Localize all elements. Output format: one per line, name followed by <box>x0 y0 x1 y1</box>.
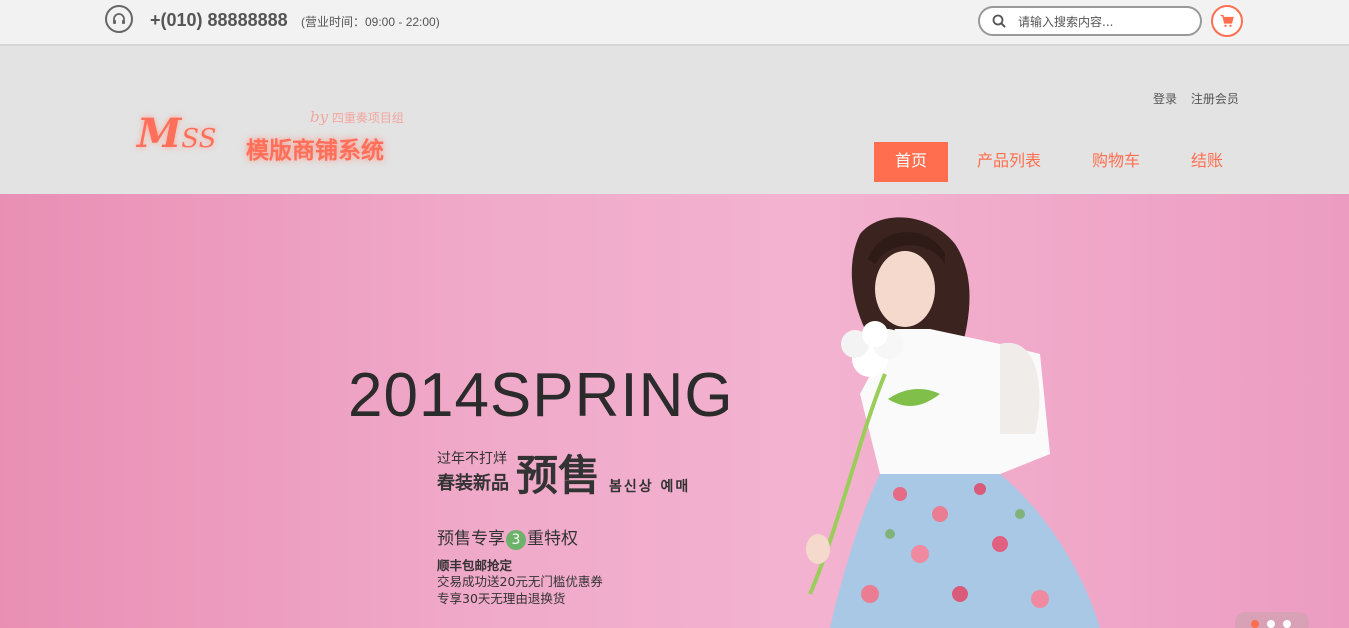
logo-suffix: SS <box>181 124 217 154</box>
byline-team: 四重奏项目组 <box>331 111 404 125</box>
presale-text: 预售 <box>516 451 601 500</box>
byline-by: by <box>310 108 329 126</box>
search-box[interactable] <box>978 6 1202 36</box>
privilege-before: 预售专享 <box>437 529 505 549</box>
logo-letter: M <box>137 110 182 157</box>
byline: by 四重奏项目组 <box>310 108 404 126</box>
logo[interactable]: MSS <box>137 110 216 157</box>
carousel-indicator[interactable] <box>1235 612 1309 628</box>
korean-text: 봄신상 예매 <box>609 479 691 495</box>
privilege-after: 重特权 <box>527 529 578 549</box>
top-bar: +(010) 88888888 (营业时间：09:00 - 22:00) <box>0 0 1349 46</box>
site-header: MSS by 四重奏项目组 模版商铺系统 登录 注册会员 首页 产品列表 购物车… <box>0 46 1349 194</box>
cart-icon <box>1220 14 1234 27</box>
search-icon[interactable] <box>992 14 1006 28</box>
site-name[interactable]: 模版商铺系统 <box>246 131 384 165</box>
nav-home[interactable]: 首页 <box>874 142 948 182</box>
login-link[interactable]: 登录 <box>1153 92 1177 106</box>
privilege-line: 预售专享 3 重特权 <box>437 524 578 550</box>
business-hours: (营业时间：09:00 - 22:00) <box>301 15 440 29</box>
nav-products[interactable]: 产品列表 <box>970 142 1048 182</box>
hero-banner[interactable]: 2014SPRING 过年不打烊 春装新品 预售 봄신상 예매 预售专享 3 重特权… <box>0 194 1349 628</box>
nav-checkout[interactable]: 结账 <box>1184 142 1230 182</box>
carousel-dot[interactable] <box>1267 620 1275 628</box>
privilege-number: 3 <box>506 530 526 550</box>
search-input[interactable] <box>1016 12 1190 32</box>
phone-number: +(010) 88888888 <box>150 10 288 30</box>
headphone-icon <box>105 5 133 33</box>
carousel-dot[interactable] <box>1283 620 1291 628</box>
nav-cart[interactable]: 购物车 <box>1086 142 1146 182</box>
headline: 2014SPRING <box>348 361 734 430</box>
user-links: 登录 注册会员 <box>1153 90 1249 107</box>
cart-button[interactable] <box>1211 5 1243 37</box>
banner-subtitle: 春装新品 <box>437 473 509 494</box>
register-link[interactable]: 注册会员 <box>1191 92 1239 106</box>
carousel-dot[interactable] <box>1251 620 1259 628</box>
banner-tagline: 过年不打烊 <box>437 451 507 467</box>
perk-return: 专享30天无理由退换货 <box>437 591 566 606</box>
